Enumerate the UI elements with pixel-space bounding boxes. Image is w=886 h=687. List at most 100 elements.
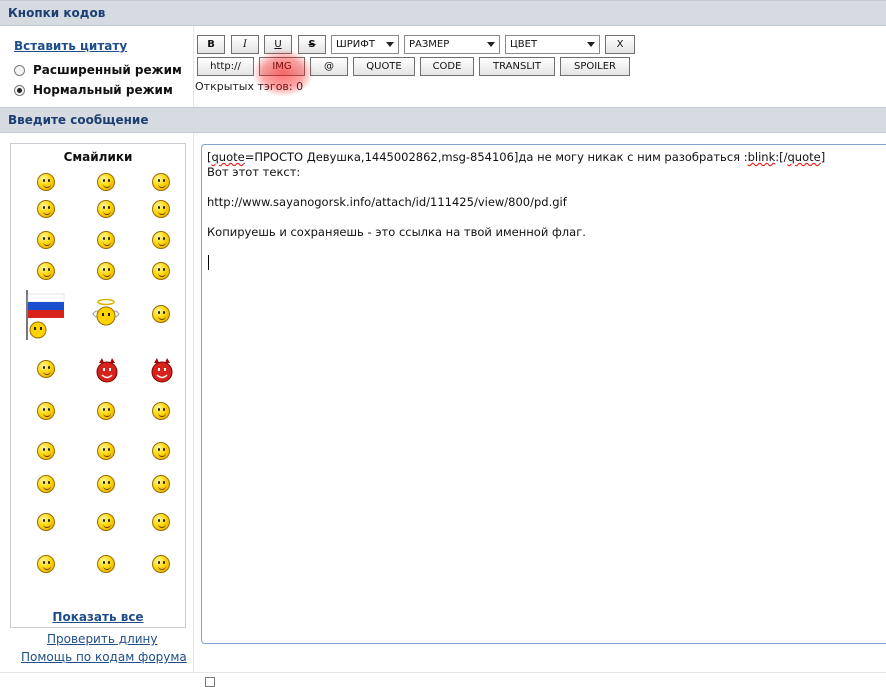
spoiler-button[interactable]: SPOILER <box>560 57 630 76</box>
smiley-icon[interactable] <box>152 305 170 323</box>
message-textarea[interactable]: [quote=ПРОСТО Девушка,1445002862,msg-854… <box>201 144 886 644</box>
smiley-face <box>152 305 170 323</box>
smiley-face <box>97 200 115 218</box>
smiley-face <box>37 442 55 460</box>
smiley-icon[interactable] <box>37 200 55 218</box>
column-divider <box>193 26 194 107</box>
smiley-icon[interactable] <box>97 555 115 573</box>
smiley-icon[interactable] <box>37 262 55 280</box>
smiley-icon[interactable] <box>37 442 55 460</box>
option-checkbox[interactable] <box>205 677 215 687</box>
show-all-smilies-link[interactable]: Показать все <box>11 610 185 624</box>
smiley-icon[interactable] <box>37 402 55 420</box>
devil-icon[interactable] <box>149 357 173 383</box>
smiley-icon[interactable] <box>152 173 170 191</box>
mode-extended-radio[interactable]: Расширенный режим <box>14 63 182 77</box>
smiley-face <box>37 262 55 280</box>
smiley-face <box>152 173 170 191</box>
smiley-face <box>37 360 55 378</box>
insert-quote-link[interactable]: Вставить цитату <box>14 39 127 53</box>
smiley-icon[interactable] <box>152 475 170 493</box>
img-button[interactable]: IMG <box>259 57 305 76</box>
radio-button-selected[interactable] <box>14 84 25 96</box>
smiley-face <box>97 475 115 493</box>
angel-icon[interactable] <box>92 298 120 326</box>
size-select-value: РАЗМЕР <box>409 39 450 50</box>
smiley-icon[interactable] <box>37 475 55 493</box>
smiley-face <box>97 173 115 191</box>
smiley-face <box>97 442 115 460</box>
strike-button[interactable]: S <box>298 35 326 54</box>
smiley-face <box>37 475 55 493</box>
smiley-icon[interactable] <box>152 231 170 249</box>
smiley-icon[interactable] <box>37 513 55 531</box>
underline-button[interactable]: U <box>264 35 292 54</box>
radio-button[interactable] <box>14 64 25 76</box>
smiley-icon[interactable] <box>37 231 55 249</box>
font-select[interactable]: ШРИФТ <box>331 35 399 54</box>
flag-icon[interactable] <box>24 290 65 340</box>
smiley-icon[interactable] <box>97 231 115 249</box>
editor-line: [quote=ПРОСТО Девушка,1445002862,msg-854… <box>207 150 826 164</box>
smiley-face <box>152 442 170 460</box>
options-row <box>0 672 886 684</box>
smiley-face <box>37 200 55 218</box>
section-title: Введите сообщение <box>8 113 149 127</box>
smiley-icon[interactable] <box>152 513 170 531</box>
smiley-face <box>97 555 115 573</box>
smiley-icon[interactable] <box>97 262 115 280</box>
mode-normal-radio[interactable]: Нормальный режим <box>14 83 173 97</box>
smiley-face <box>97 262 115 280</box>
color-select-value: ЦВЕТ <box>510 39 538 50</box>
smiley-icon[interactable] <box>37 555 55 573</box>
smiley-icon[interactable] <box>97 402 115 420</box>
size-select[interactable]: РАЗМЕР <box>404 35 500 54</box>
editor-line: Копируешь и сохраняешь - это ссылка на т… <box>207 225 586 239</box>
italic-button[interactable]: I <box>231 35 259 54</box>
smiley-face <box>152 231 170 249</box>
smiley-face <box>97 231 115 249</box>
font-select-value: ШРИФТ <box>336 39 375 50</box>
smiley-face <box>97 402 115 420</box>
smiley-face <box>152 402 170 420</box>
forum-help-link[interactable]: Помощь по кодам форума <box>21 650 187 664</box>
smiley-icon[interactable] <box>152 555 170 573</box>
bold-button[interactable]: B <box>197 35 225 54</box>
smilies-panel: Смайлики Показать все <box>10 143 186 628</box>
check-length-link[interactable]: Проверить длину <box>47 632 157 646</box>
smiley-icon[interactable] <box>152 402 170 420</box>
mode-label: Расширенный режим <box>33 63 182 77</box>
smiley-icon[interactable] <box>97 513 115 531</box>
smiley-icon[interactable] <box>97 475 115 493</box>
section-header-message: Введите сообщение <box>0 107 886 133</box>
smiley-face <box>37 402 55 420</box>
translit-button[interactable]: TRANSLIT <box>479 57 555 76</box>
smiley-face <box>152 262 170 280</box>
smiley-face <box>152 475 170 493</box>
code-button[interactable]: CODE <box>420 57 474 76</box>
smiley-face <box>37 555 55 573</box>
color-select[interactable]: ЦВЕТ <box>505 35 600 54</box>
smiley-icon[interactable] <box>152 200 170 218</box>
smiley-icon[interactable] <box>97 200 115 218</box>
http-button[interactable]: http:// <box>197 57 254 76</box>
smiley-face <box>152 555 170 573</box>
smiley-face <box>152 200 170 218</box>
section-header-code-buttons: Кнопки кодов <box>0 0 886 26</box>
close-tags-button[interactable]: X <box>605 35 635 54</box>
smiley-icon[interactable] <box>37 173 55 191</box>
smiley-icon[interactable] <box>152 442 170 460</box>
smiley-icon[interactable] <box>97 442 115 460</box>
smiley-icon[interactable] <box>152 262 170 280</box>
smiley-icon[interactable] <box>97 173 115 191</box>
text-caret <box>208 255 209 270</box>
chevron-down-icon <box>487 42 495 47</box>
smiley-face <box>37 231 55 249</box>
quote-button[interactable]: QUOTE <box>353 57 415 76</box>
devil-icon[interactable] <box>94 357 118 383</box>
smiley-face <box>37 173 55 191</box>
smiley-icon[interactable] <box>37 360 55 378</box>
smiley-face <box>37 513 55 531</box>
at-button[interactable]: @ <box>310 57 348 76</box>
